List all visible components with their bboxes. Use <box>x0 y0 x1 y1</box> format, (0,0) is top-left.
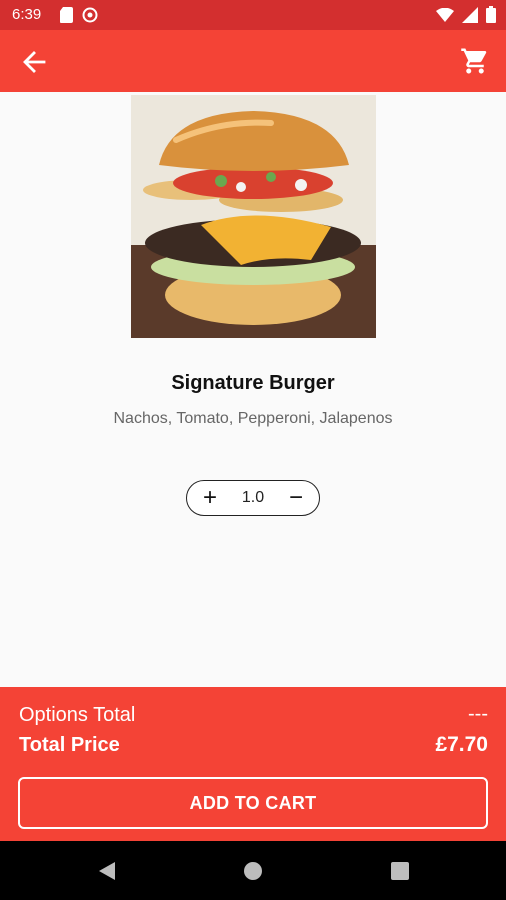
add-to-cart-button[interactable]: ADD TO CART <box>18 777 488 829</box>
home-circle-icon[interactable] <box>241 859 265 883</box>
status-bar: 6:39 <box>0 0 506 30</box>
app-toolbar <box>0 30 506 92</box>
status-time: 6:39 <box>12 6 42 23</box>
sd-card-icon <box>60 7 74 28</box>
increase-quantity-button[interactable]: + <box>203 486 217 510</box>
cart-button[interactable] <box>460 46 490 76</box>
battery-icon <box>486 6 496 28</box>
order-summary-panel: Options Total --- Total Price £7.70 ADD … <box>0 687 506 841</box>
product-image <box>131 95 376 338</box>
signal-icon <box>462 6 478 28</box>
quantity-value: 1.0 <box>241 489 265 506</box>
sync-icon <box>82 7 98 28</box>
back-button[interactable] <box>20 48 50 76</box>
back-triangle-icon[interactable] <box>95 859 119 883</box>
decrease-quantity-button[interactable]: − <box>289 486 303 510</box>
product-description: Nachos, Tomato, Pepperoni, Jalapenos <box>113 410 393 427</box>
system-nav-bar <box>0 841 506 900</box>
product-title: Signature Burger <box>171 372 335 394</box>
total-price-value: £7.70 <box>435 733 488 756</box>
quantity-stepper: + 1.0 − <box>186 480 320 516</box>
cart-icon <box>461 48 487 74</box>
wifi-icon <box>436 7 454 27</box>
options-total-value: --- <box>468 703 488 725</box>
options-total-label: Options Total <box>19 704 136 726</box>
arrow-left-icon <box>23 51 46 73</box>
total-price-label: Total Price <box>19 734 120 756</box>
recents-square-icon[interactable] <box>388 859 412 883</box>
